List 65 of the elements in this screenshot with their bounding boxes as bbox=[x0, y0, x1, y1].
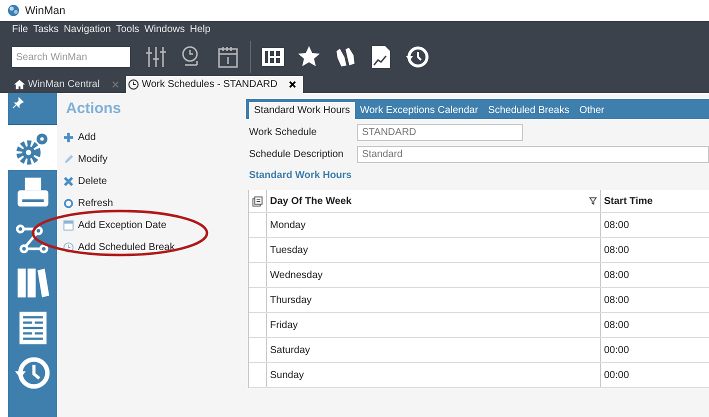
sliders-icon[interactable] bbox=[144, 45, 168, 69]
table-icon[interactable] bbox=[261, 45, 285, 69]
sidebar-item[interactable] bbox=[8, 125, 57, 170]
document-tab[interactable]: Work Schedules - STANDARD bbox=[126, 76, 304, 93]
table-cell: 00:00 bbox=[604, 344, 630, 356]
column-header[interactable]: Start Time bbox=[604, 196, 653, 206]
tab[interactable]: Scheduled Breaks bbox=[483, 102, 574, 119]
column-header[interactable]: Day Of The Week bbox=[270, 196, 352, 206]
home-icon bbox=[14, 79, 25, 90]
chart-document-icon[interactable] bbox=[369, 45, 393, 69]
action-item[interactable]: Modify bbox=[63, 148, 240, 170]
table-cell: 08:00 bbox=[604, 320, 630, 330]
delete-icon bbox=[63, 176, 74, 186]
calendar-icon[interactable] bbox=[216, 45, 240, 69]
table-cell: Saturday bbox=[270, 344, 310, 356]
panel-title: Actions bbox=[65, 99, 122, 119]
column-chooser-icon[interactable] bbox=[252, 196, 263, 206]
tab[interactable]: Other bbox=[574, 102, 610, 119]
window-title: WinMan bbox=[25, 4, 66, 16]
refresh-icon bbox=[63, 198, 74, 208]
history-icon[interactable] bbox=[405, 45, 429, 69]
field-label: Schedule Description bbox=[249, 148, 344, 160]
action-item[interactable]: Add Exception Date bbox=[63, 214, 240, 236]
table-cell: 08:00 bbox=[604, 270, 630, 280]
app-logo-icon bbox=[7, 4, 20, 17]
action-item[interactable]: Add Scheduled Break bbox=[63, 236, 240, 258]
menu-item[interactable]: Navigation bbox=[64, 24, 111, 38]
filter-icon[interactable] bbox=[589, 197, 597, 205]
document-tab[interactable]: WinMan Central bbox=[12, 76, 126, 93]
action-item[interactable]: Refresh bbox=[63, 192, 240, 214]
menu-item[interactable]: Help bbox=[190, 24, 210, 38]
plus-icon bbox=[63, 132, 74, 142]
table-cell: 00:00 bbox=[604, 370, 630, 380]
tab[interactable]: Standard Work Hours bbox=[249, 102, 355, 119]
action-item[interactable]: Delete bbox=[63, 170, 240, 192]
clock-icon bbox=[128, 79, 139, 90]
section-title: Standard Work Hours bbox=[248, 169, 353, 183]
pencil-icon bbox=[63, 154, 74, 164]
action-item[interactable]: Add bbox=[63, 126, 240, 148]
table-cell: Thursday bbox=[270, 294, 312, 306]
text-field[interactable]: Standard bbox=[357, 146, 709, 162]
table-cell: 08:00 bbox=[604, 294, 630, 306]
clock-icon bbox=[63, 242, 74, 252]
table-cell: 08:00 bbox=[604, 244, 630, 256]
tab-label: Work Schedules - STANDARD bbox=[142, 79, 278, 90]
text-field[interactable]: STANDARD bbox=[357, 124, 523, 140]
table-cell: Tuesday bbox=[270, 244, 308, 256]
history-icon bbox=[14, 354, 50, 390]
star-icon[interactable] bbox=[297, 45, 321, 69]
close-icon[interactable] bbox=[288, 80, 298, 89]
menu-item[interactable]: Tasks bbox=[33, 24, 59, 38]
menu-item[interactable]: File bbox=[12, 24, 28, 38]
tab-label: WinMan Central bbox=[28, 79, 100, 90]
table-cell: Monday bbox=[270, 220, 306, 230]
table-cell: 08:00 bbox=[604, 220, 630, 230]
menu-item[interactable]: Tools bbox=[116, 24, 140, 38]
tab[interactable]: Work Exceptions Calendar bbox=[354, 102, 484, 119]
search-field[interactable]: Search WinMan bbox=[12, 47, 130, 67]
table-cell: Sunday bbox=[270, 370, 304, 380]
field-label: Work Schedule bbox=[249, 126, 318, 138]
table-cell: Friday bbox=[270, 320, 298, 330]
pin-icon bbox=[12, 97, 24, 109]
table-cell: Wednesday bbox=[270, 270, 323, 280]
calendar-icon bbox=[63, 220, 74, 230]
menu-item[interactable]: Windows bbox=[144, 24, 185, 38]
